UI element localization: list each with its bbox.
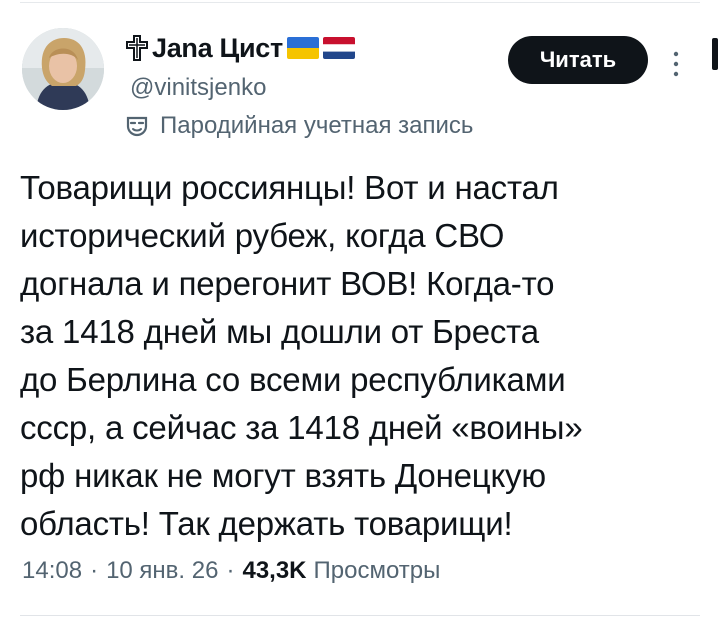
tweet-text: Товарищи россиянцы! Вот и настал историч… <box>20 164 680 548</box>
name-row: Jana Цист <box>126 30 355 66</box>
tweet-line: исторический рубеж, когда СВО <box>20 217 505 254</box>
tweet-line: за 1418 дней мы дошли от Бреста <box>20 313 539 350</box>
views-count[interactable]: 43,3K <box>242 557 306 585</box>
ukraine-flag-icon <box>286 37 319 59</box>
display-name[interactable]: Jana Цист <box>152 33 283 64</box>
user-handle[interactable]: @vinitsjenko <box>130 74 266 102</box>
tweet-line: ссср, а сейчас за 1418 дней «воины» <box>20 409 583 446</box>
avatar[interactable] <box>22 28 104 110</box>
parody-label: Пародийная учетная запись <box>160 112 474 139</box>
tweet-line: Товарищи россиянцы! Вот и настал <box>20 169 559 206</box>
mask-icon <box>126 115 148 137</box>
separator: · <box>90 557 99 584</box>
views-label: Просмотры <box>313 557 441 584</box>
follow-button[interactable]: Читать <box>508 36 648 84</box>
tweet-time[interactable]: 14:08 <box>22 557 82 585</box>
tweet-line: рф никак не могут взять Донецкую <box>20 457 546 494</box>
netherlands-flag-icon <box>322 37 355 59</box>
tweet-date[interactable]: 10 янв. 26 <box>106 557 218 585</box>
cross-icon <box>126 35 148 61</box>
scroll-edge <box>712 38 718 70</box>
separator: · <box>226 557 235 584</box>
top-divider <box>20 2 700 3</box>
tweet-line: догнала и перегонит ВОВ! Когда-то <box>20 265 555 302</box>
tweet-meta: 14:08 · 10 янв. 26 · 43,3K Просмотры <box>22 557 440 585</box>
tweet-line: область! Так держать товарищи! <box>20 505 513 542</box>
tweet-line: до Берлина со всеми республиками <box>20 361 566 398</box>
more-vertical-icon[interactable] <box>666 46 686 82</box>
parody-badge: Пародийная учетная запись <box>126 112 473 140</box>
bottom-divider <box>20 615 700 616</box>
